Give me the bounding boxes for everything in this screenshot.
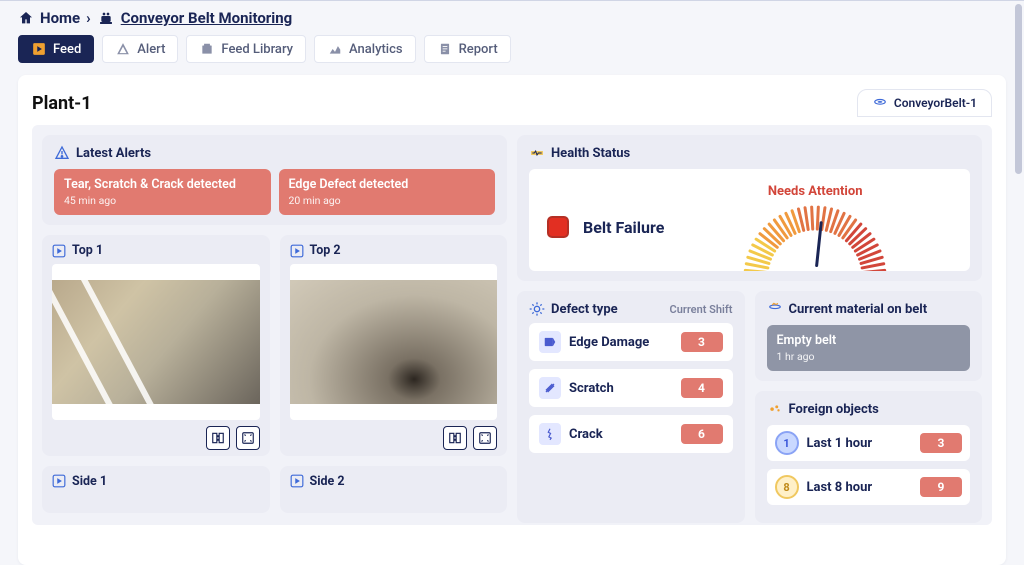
defect-type-panel: Defect type Current Shift Edge Damage 3 — [517, 291, 745, 523]
defect-count: 6 — [681, 424, 723, 444]
defect-row[interactable]: Scratch 4 — [529, 369, 733, 407]
camera-title: Side 1 — [72, 474, 107, 489]
scratch-icon — [539, 377, 561, 399]
split-view-button[interactable] — [206, 426, 230, 450]
camera-feed[interactable] — [52, 264, 260, 420]
health-status-panel: Health Status Belt Failure Needs Attenti… — [517, 135, 982, 281]
foreign-objects-icon — [767, 401, 783, 417]
panel-title-text: Foreign objects — [789, 402, 879, 417]
tab-label: Analytics — [349, 42, 403, 57]
fullscreen-button[interactable] — [236, 426, 260, 450]
tab-label: Alert — [137, 42, 165, 57]
camera-card-side2: Side 2 — [280, 466, 508, 514]
scrollbar[interactable] — [1015, 4, 1022, 174]
alert-text: Tear, Scratch & Crack detected — [64, 177, 261, 192]
panel-title-text: Latest Alerts — [76, 146, 151, 161]
latest-alerts-panel: Latest Alerts Tear, Scratch & Crack dete… — [42, 135, 507, 225]
plant-title: Plant-1 — [32, 93, 92, 114]
foreign-objects-panel: Foreign objects 1 Last 1 hour 3 8 — [755, 391, 983, 523]
alert-icon — [54, 145, 70, 161]
foreign-count: 9 — [920, 477, 962, 497]
defect-count: 4 — [681, 378, 723, 398]
alert-card[interactable]: Tear, Scratch & Crack detected 45 min ag… — [54, 169, 271, 215]
gear-icon — [529, 301, 545, 317]
play-icon — [52, 244, 66, 258]
health-status-text: Belt Failure — [583, 218, 664, 237]
breadcrumb-current: Conveyor Belt Monitoring — [121, 9, 293, 27]
foreign-label: Last 1 hour — [807, 436, 873, 451]
play-icon — [52, 474, 66, 488]
tab-report[interactable]: Report — [424, 35, 511, 63]
defect-name: Edge Damage — [569, 335, 649, 350]
status-indicator-icon — [547, 216, 569, 238]
camera-title: Side 2 — [310, 474, 345, 489]
current-material-panel: Current material on belt Empty belt 1 hr… — [755, 291, 983, 381]
material-time: 1 hr ago — [777, 350, 961, 363]
belt-icon — [872, 96, 888, 110]
defect-name: Crack — [569, 427, 603, 442]
camera-title: Top 1 — [72, 243, 103, 258]
split-view-button[interactable] — [443, 426, 467, 450]
fullscreen-button[interactable] — [473, 426, 497, 450]
foreign-count: 3 — [920, 433, 962, 453]
alert-text: Edge Defect detected — [289, 177, 486, 192]
crack-icon — [539, 423, 561, 445]
camera-card-side1: Side 1 — [42, 466, 270, 514]
play-icon — [31, 41, 47, 57]
camera-card-top1: Top 1 — [42, 235, 270, 456]
panel-title-text: Defect type — [551, 302, 618, 317]
analytics-icon — [327, 41, 343, 57]
alert-time: 20 min ago — [289, 194, 486, 207]
duration-badge: 8 — [775, 475, 799, 499]
camera-card-top2: Top 2 — [280, 235, 508, 456]
tab-alert[interactable]: Alert — [102, 35, 178, 63]
defect-row[interactable]: Crack 6 — [529, 415, 733, 453]
defect-row[interactable]: Edge Damage 3 — [529, 323, 733, 361]
tab-label: Feed Library — [221, 42, 293, 57]
health-gauge — [720, 201, 910, 271]
edge-damage-icon — [539, 331, 561, 353]
duration-badge: 1 — [775, 431, 799, 455]
foreign-row[interactable]: 1 Last 1 hour 3 — [767, 425, 971, 461]
alert-icon — [115, 41, 131, 57]
tab-analytics[interactable]: Analytics — [314, 35, 416, 63]
tab-label: Feed — [53, 42, 81, 57]
heartbeat-icon — [529, 145, 545, 161]
tab-feed[interactable]: Feed — [18, 35, 94, 63]
chevron-right-icon: › — [86, 9, 91, 27]
alert-time: 45 min ago — [64, 194, 261, 207]
report-icon — [437, 41, 453, 57]
shift-label: Current Shift — [670, 303, 733, 316]
belt-chip-label: ConveyorBelt-1 — [894, 96, 977, 110]
defect-count: 3 — [681, 332, 723, 352]
breadcrumb: Home › Conveyor Belt Monitoring — [0, 1, 1024, 29]
conveyor-belt-chip[interactable]: ConveyorBelt-1 — [857, 89, 992, 117]
gauge-label: Needs Attention — [768, 184, 863, 199]
play-icon — [290, 474, 304, 488]
foreign-label: Last 8 hour — [807, 480, 873, 495]
main-panel: Plant-1 ConveyorBelt-1 Latest Alerts Tea… — [18, 75, 1006, 565]
play-icon — [290, 244, 304, 258]
tab-bar: Feed Alert Feed Library Analytics Report — [0, 29, 1024, 75]
panel-title-text: Health Status — [551, 146, 630, 161]
camera-title: Top 2 — [310, 243, 341, 258]
library-icon — [199, 41, 215, 57]
alert-card[interactable]: Edge Defect detected 20 min ago — [279, 169, 496, 215]
breadcrumb-home[interactable]: Home — [40, 9, 80, 27]
home-icon — [18, 10, 34, 26]
material-card[interactable]: Empty belt 1 hr ago — [767, 325, 971, 371]
machine-icon — [97, 10, 115, 26]
tab-label: Report — [459, 42, 498, 57]
material-icon — [767, 301, 783, 317]
camera-feed[interactable] — [290, 264, 498, 420]
material-text: Empty belt — [777, 333, 961, 348]
defect-name: Scratch — [569, 381, 614, 396]
tab-feed-library[interactable]: Feed Library — [186, 35, 306, 63]
panel-title-text: Current material on belt — [789, 302, 928, 317]
foreign-row[interactable]: 8 Last 8 hour 9 — [767, 469, 971, 505]
